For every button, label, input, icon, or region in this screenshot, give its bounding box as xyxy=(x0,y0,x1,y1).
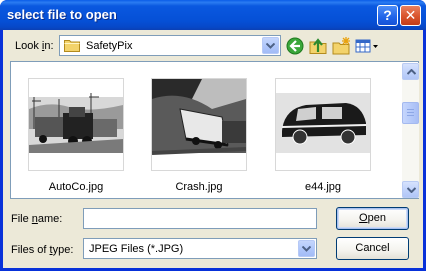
file-list[interactable]: AutoCo.jpg Crash.jpg e44.jpg xyxy=(10,61,419,199)
file-name[interactable]: AutoCo.jpg xyxy=(21,181,131,193)
chevron-down-icon xyxy=(266,43,275,49)
file-thumbnail[interactable] xyxy=(151,78,247,171)
file-name-input[interactable] xyxy=(83,208,317,229)
image-icon xyxy=(152,79,246,155)
look-in-dropdown[interactable]: SafetyPix xyxy=(59,35,281,56)
close-icon: ✕ xyxy=(404,7,417,23)
file-type-dropdown-arrow[interactable] xyxy=(298,240,315,257)
file-type-dropdown[interactable]: JPEG Files (*.JPG) xyxy=(83,238,317,259)
up-folder-icon[interactable] xyxy=(308,36,328,56)
help-button[interactable]: ? xyxy=(377,5,398,26)
image-icon xyxy=(276,79,370,153)
vertical-scrollbar[interactable] xyxy=(402,63,419,198)
back-icon[interactable] xyxy=(285,36,305,56)
scroll-up-button[interactable] xyxy=(402,63,419,80)
view-menu-icon[interactable] xyxy=(354,36,380,56)
file-name[interactable]: e44.jpg xyxy=(268,181,378,193)
chevron-down-icon xyxy=(302,246,311,252)
image-icon xyxy=(29,79,123,153)
new-folder-icon[interactable] xyxy=(331,36,351,56)
file-thumbnail[interactable] xyxy=(28,78,124,171)
help-icon: ? xyxy=(383,7,392,23)
dialog-title: select file to open xyxy=(7,7,117,22)
close-button[interactable]: ✕ xyxy=(400,5,421,26)
file-type-label: Files of type: xyxy=(11,244,74,256)
scroll-thumb[interactable] xyxy=(402,102,419,124)
open-file-dialog: select file to open ? ✕ Look in: SafetyP… xyxy=(0,0,426,271)
look-in-label: Look in: xyxy=(15,40,54,52)
cancel-button[interactable]: Cancel xyxy=(336,237,409,260)
file-name[interactable]: Crash.jpg xyxy=(144,181,254,193)
dialog-body: Look in: SafetyPix AutoCo.jpg Crash.jpg … xyxy=(3,30,423,268)
look-in-value: SafetyPix xyxy=(86,40,133,52)
file-name-label: File name: xyxy=(11,213,63,225)
open-button[interactable]: Open xyxy=(336,207,409,230)
chevron-down-icon xyxy=(407,187,416,193)
title-bar[interactable]: select file to open ? ✕ xyxy=(0,0,426,30)
file-type-value: JPEG Files (*.JPG) xyxy=(89,243,184,255)
scroll-down-button[interactable] xyxy=(402,181,419,198)
file-thumbnail[interactable] xyxy=(275,78,371,171)
look-in-dropdown-arrow[interactable] xyxy=(262,37,279,54)
folder-icon xyxy=(64,40,80,52)
chevron-up-icon xyxy=(407,69,416,75)
